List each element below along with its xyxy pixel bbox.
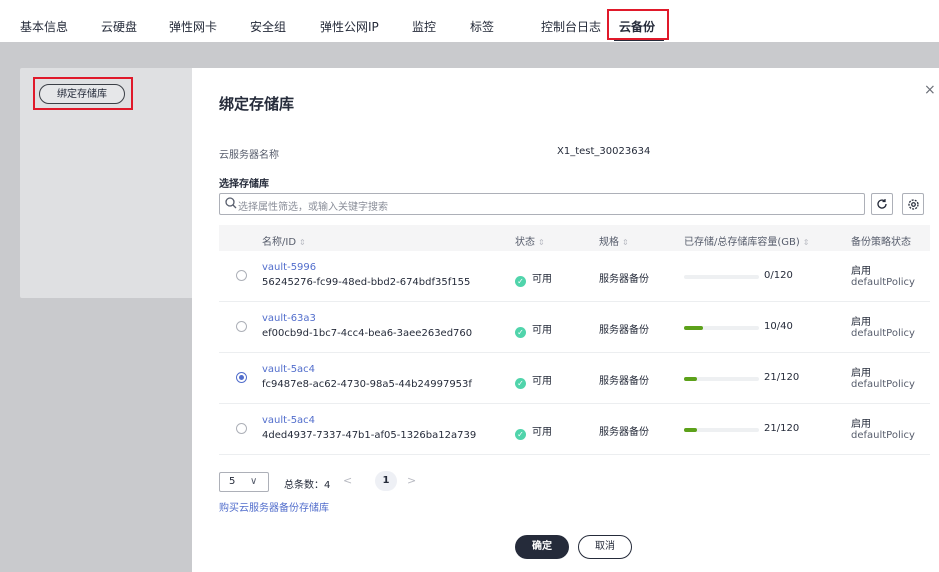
- vault-spec: 服务器备份: [599, 325, 649, 336]
- table-row[interactable]: vault-5ac4 fc9487e8-ac62-4730-98a5-44b249…: [219, 353, 930, 404]
- buy-vault-link[interactable]: 购买云服务器备份存储库: [219, 499, 329, 514]
- capacity-value: 21/120: [764, 372, 800, 383]
- capacity-value: 21/120: [764, 423, 800, 434]
- vault-id: 56245276-fc99-48ed-bbd2-674bdf35f155: [262, 277, 471, 288]
- row-radio[interactable]: [236, 270, 247, 281]
- capacity-value: 10/40: [764, 321, 793, 332]
- row-radio[interactable]: [236, 372, 247, 383]
- table-header: 名称/ID ⇕ 状态 ⇕ 规格 ⇕ 已存储/总存储库容量(GB) ⇕ 备份策略状态: [219, 225, 930, 251]
- header-spec[interactable]: 规格 ⇕: [599, 233, 629, 248]
- vault-name-link[interactable]: vault-5996: [262, 262, 316, 273]
- sort-icon: ⇕: [622, 238, 629, 247]
- check-circle-icon: ✓: [515, 378, 526, 389]
- capacity-bar-fill: [684, 428, 698, 432]
- tab-security-group[interactable]: 安全组: [250, 18, 286, 35]
- table-row[interactable]: vault-63a3 ef00cb9d-1bc7-4cc4-bea6-3aee26…: [219, 302, 930, 353]
- cancel-button[interactable]: 取消: [578, 535, 632, 559]
- policy-state: 启用: [851, 266, 871, 277]
- settings-button[interactable]: [902, 193, 924, 215]
- sort-icon: ⇕: [802, 238, 810, 247]
- tab-monitor[interactable]: 监控: [412, 18, 436, 35]
- prev-page-icon[interactable]: <: [343, 474, 352, 487]
- highlight-box-tab: [607, 9, 669, 40]
- policy-state: 启用: [851, 368, 871, 379]
- table-row[interactable]: vault-5ac4 4ded4937-7337-47b1-af05-1326ba…: [219, 404, 930, 455]
- next-page-icon[interactable]: >: [407, 474, 416, 487]
- policy-name: defaultPolicy: [851, 328, 915, 339]
- sort-icon: ⇕: [299, 238, 306, 247]
- check-circle-icon: ✓: [515, 327, 526, 338]
- tab-console-log[interactable]: 控制台日志: [541, 18, 601, 35]
- tab-eip[interactable]: 弹性公网IP: [320, 18, 379, 35]
- tab-basic-info[interactable]: 基本信息: [20, 18, 68, 35]
- check-circle-icon: ✓: [515, 429, 526, 440]
- capacity-bar-fill: [684, 377, 698, 381]
- drawer-title: 绑定存储库: [219, 95, 295, 113]
- page-number-current[interactable]: 1: [375, 471, 397, 491]
- select-vault-label: 选择存储库: [219, 179, 269, 190]
- highlight-box-bind-button: [33, 77, 133, 110]
- table-row[interactable]: vault-5996 56245276-fc99-48ed-bbd2-674bdf…: [219, 251, 930, 302]
- header-policy: 备份策略状态: [851, 237, 911, 248]
- vault-spec: 服务器备份: [599, 376, 649, 387]
- header-name[interactable]: 名称/ID ⇕: [262, 233, 306, 248]
- header-capacity[interactable]: 已存储/总存储库容量(GB) ⇕: [684, 233, 809, 248]
- vault-id: 4ded4937-7337-47b1-af05-1326ba12a739: [262, 430, 477, 441]
- vault-name-link[interactable]: vault-5ac4: [262, 364, 315, 375]
- vault-id: fc9487e8-ac62-4730-98a5-44b24997953f: [262, 379, 472, 390]
- gear-icon: [907, 198, 919, 210]
- capacity-bar: [684, 428, 759, 432]
- vault-status: ✓ 可用: [515, 321, 552, 338]
- vault-status: ✓ 可用: [515, 423, 552, 440]
- confirm-button[interactable]: 确定: [515, 535, 569, 559]
- refresh-button[interactable]: [871, 193, 893, 215]
- vault-spec: 服务器备份: [599, 427, 649, 438]
- row-radio[interactable]: [236, 423, 247, 434]
- vault-status: ✓ 可用: [515, 270, 552, 287]
- vault-name-link[interactable]: vault-63a3: [262, 313, 316, 324]
- capacity-bar: [684, 326, 759, 330]
- tab-nic[interactable]: 弹性网卡: [169, 18, 217, 35]
- tab-tags[interactable]: 标签: [470, 18, 494, 35]
- row-radio[interactable]: [236, 321, 247, 332]
- server-name-value: X1_test_30023634: [557, 146, 651, 157]
- server-name-label: 云服务器名称: [219, 150, 279, 161]
- capacity-bar: [684, 275, 759, 279]
- search-icon: [225, 196, 237, 213]
- tab-disk[interactable]: 云硬盘: [101, 18, 137, 35]
- capacity-bar: [684, 377, 759, 381]
- policy-name: defaultPolicy: [851, 430, 915, 441]
- search-input[interactable]: 选择属性筛选，或输入关键字搜索: [219, 193, 865, 215]
- policy-state: 启用: [851, 317, 871, 328]
- vault-name-link[interactable]: vault-5ac4: [262, 415, 315, 426]
- policy-state: 启用: [851, 419, 871, 430]
- vault-spec: 服务器备份: [599, 274, 649, 285]
- capacity-bar-fill: [684, 326, 703, 330]
- page-size-select[interactable]: 5 ∨: [219, 472, 269, 492]
- check-circle-icon: ✓: [515, 276, 526, 287]
- total-count: 总条数：4: [284, 480, 331, 491]
- header-status[interactable]: 状态 ⇕: [515, 233, 545, 248]
- search-placeholder: 选择属性筛选，或输入关键字搜索: [238, 202, 388, 213]
- policy-name: defaultPolicy: [851, 379, 915, 390]
- sort-icon: ⇕: [538, 238, 545, 247]
- refresh-icon: [877, 199, 887, 209]
- close-icon[interactable]: ×: [924, 82, 936, 98]
- capacity-value: 0/120: [764, 270, 793, 281]
- vault-status: ✓ 可用: [515, 372, 552, 389]
- vault-id: ef00cb9d-1bc7-4cc4-bea6-3aee263ed760: [262, 328, 473, 339]
- chevron-down-icon: ∨: [250, 476, 258, 487]
- policy-name: defaultPolicy: [851, 277, 915, 288]
